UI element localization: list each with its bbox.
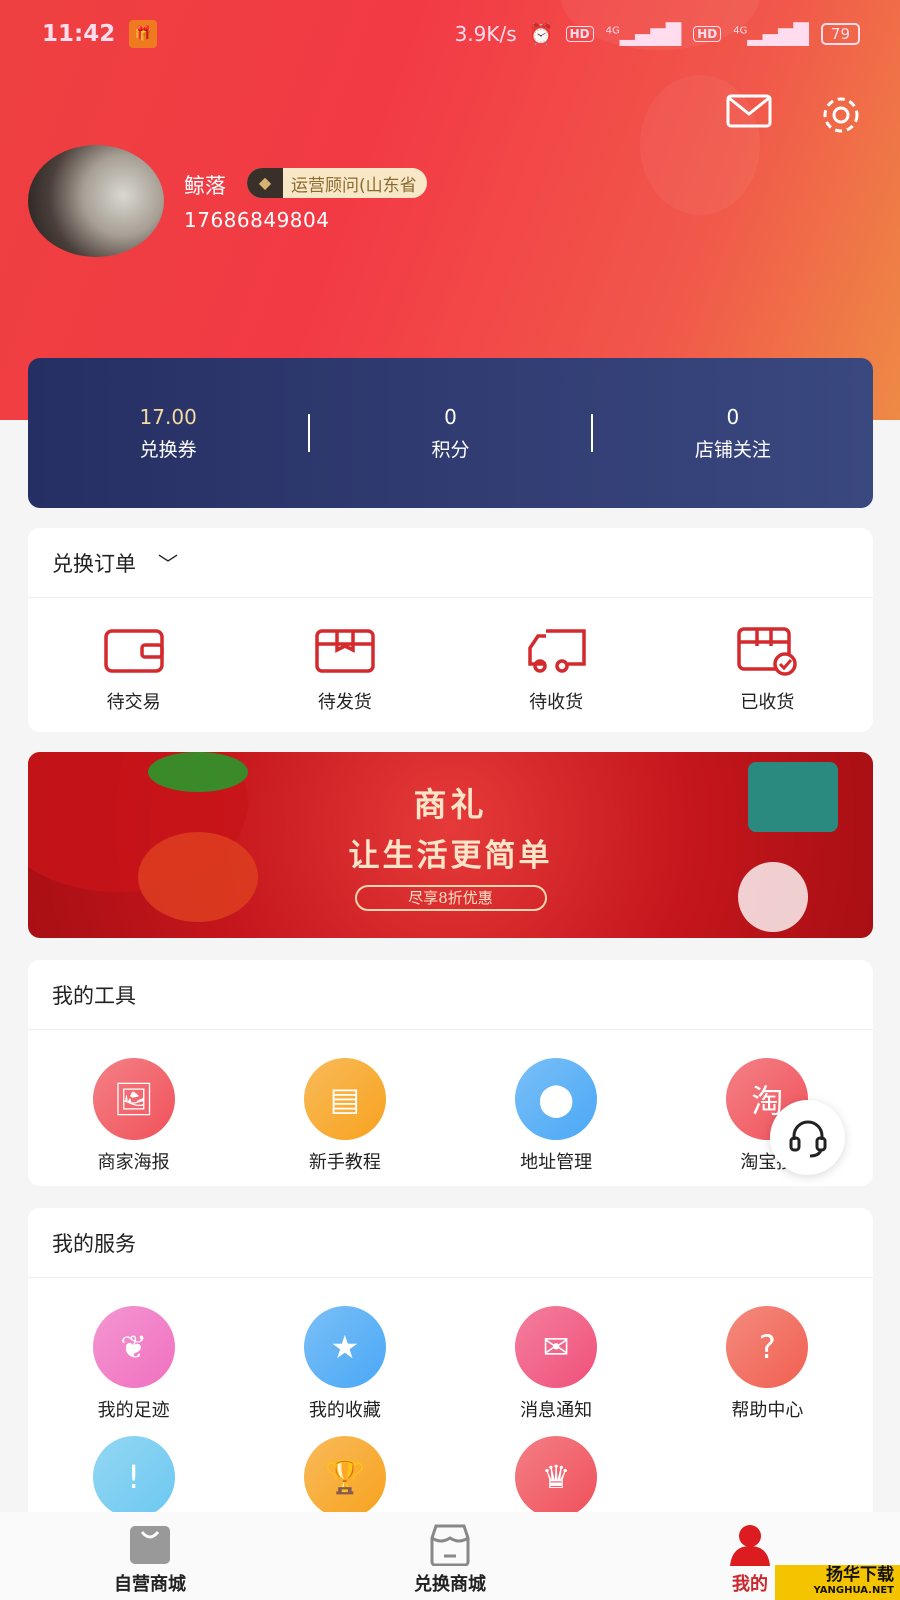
services-item[interactable]: 🏆 (239, 1422, 450, 1526)
role-badge-text: 运营顾问(山东省 (291, 175, 417, 196)
nav-exchange-mall[interactable]: 兑换商城 (300, 1512, 600, 1600)
gift-icon: 🎁 (129, 20, 158, 48)
services-title: 我的服务 (28, 1208, 873, 1278)
role-badge: ◆ 运营顾问(山东省 (247, 168, 427, 198)
tools-item[interactable]: ⬤ 地址管理 (451, 1030, 662, 1174)
chevron-down-icon: ﹀ (158, 552, 178, 576)
avatar[interactable] (28, 145, 164, 257)
watermark-logo: 扬华下载 YANGHUA.NET (775, 1565, 900, 1600)
orders-item[interactable]: 待收货 (451, 598, 662, 714)
battery-icon: 79 (820, 23, 860, 45)
tools-item[interactable]: 🖼 商家海报 (28, 1030, 239, 1174)
stat-followed-shops[interactable]: 0 店铺关注 (593, 405, 873, 462)
network-speed: 3.9K/s (454, 22, 517, 46)
wallet-icon (101, 626, 167, 676)
orders-label: 待收货 (529, 692, 584, 713)
alarm-icon: ⏰ (528, 22, 554, 46)
nav-self-mall[interactable]: 自营商城 (0, 1512, 300, 1600)
headset-icon (789, 1120, 826, 1157)
orders-item[interactable]: 已收货 (662, 598, 873, 714)
signal-icon: 4G▂▄▆█ (605, 22, 682, 46)
crown-icon: ♛ (515, 1436, 598, 1518)
services-label: 消息通知 (520, 1400, 593, 1421)
stat-coupons[interactable]: 17.00 兑换券 (28, 405, 308, 462)
mail-icon: ✉ (515, 1306, 598, 1388)
services-item[interactable]: ? 帮助中心 (662, 1278, 873, 1422)
signal-icon: 4G▂▄▆█ (733, 22, 809, 46)
orders-header[interactable]: 兑换订单 ﹀ (28, 528, 873, 598)
tools-card: 我的工具 🖼 商家海报 ▤ 新手教程 ⬤ 地址管理淘淘宝授 (28, 960, 873, 1186)
received-box-icon (734, 626, 800, 676)
star-icon: ★ (303, 1306, 386, 1388)
hd-icon: HD (693, 26, 722, 42)
clock: 11:42 (42, 21, 116, 47)
gear-icon[interactable] (818, 92, 868, 136)
services-label: 我的足迹 (97, 1400, 170, 1421)
status-bar: 11:42 🎁 3.9K/s ⏰ HD 4G▂▄▆█ HD 4G▂▄▆█ 79 (42, 18, 860, 50)
orders-label: 已收货 (740, 692, 795, 713)
services-item[interactable]: ❦ 我的足迹 (28, 1278, 239, 1422)
tools-label: 地址管理 (520, 1152, 593, 1173)
phone-number: 17686849804 (184, 208, 330, 232)
mail-icon[interactable] (725, 92, 775, 136)
promo-banner[interactable]: 商礼 让生活更简单 尽享8折优惠 (28, 752, 873, 938)
bottom-nav: 自营商城 兑换商城 我的 (0, 1512, 900, 1600)
services-label: 帮助中心 (731, 1400, 804, 1421)
tools-label: 新手教程 (308, 1152, 381, 1173)
diamond-icon: ◆ (247, 168, 283, 198)
help-icon: ? (726, 1306, 809, 1388)
store-icon (430, 1524, 470, 1566)
orders-label: 待发货 (317, 692, 372, 713)
tools-title: 我的工具 (28, 960, 873, 1030)
exclamation-icon: ! (92, 1436, 175, 1518)
trophy-icon: 🏆 (303, 1436, 386, 1518)
user-icon (730, 1525, 770, 1566)
orders-item[interactable]: 待发货 (239, 598, 450, 714)
banner-title: 商礼 (413, 785, 488, 824)
customer-service-button[interactable] (770, 1100, 845, 1175)
services-card: 我的服务 ❦ 我的足迹 ★ 我的收藏 ✉ 消息通知? 帮助中心! 🏆 ♛ (28, 1208, 873, 1528)
orders-item[interactable]: 待交易 (28, 598, 239, 714)
truck-icon (523, 626, 589, 676)
image-icon: 🖼 (92, 1058, 175, 1140)
services-item[interactable]: ♛ (451, 1422, 662, 1526)
user-name: 鲸落 (184, 174, 226, 198)
hd-icon: HD (565, 26, 594, 42)
services-label: 我的收藏 (308, 1400, 381, 1421)
services-item[interactable]: ! (28, 1422, 239, 1526)
banner-subtitle: 让生活更简单 (348, 838, 553, 874)
orders-title: 兑换订单 (52, 551, 136, 576)
shopping-bag-icon (130, 1526, 170, 1564)
location-icon: ⬤ (515, 1058, 598, 1140)
stat-points[interactable]: 0 积分 (310, 405, 590, 462)
box-icon (312, 626, 378, 676)
footprint-icon: ❦ (92, 1306, 175, 1388)
book-icon: ▤ (303, 1058, 386, 1140)
services-item[interactable]: ★ 我的收藏 (239, 1278, 450, 1422)
tools-item[interactable]: ▤ 新手教程 (239, 1030, 450, 1174)
banner-cta-button[interactable]: 尽享8折优惠 (354, 885, 547, 911)
orders-card: 兑换订单 ﹀ 待交易 待发货 待收货 已收货 (28, 528, 873, 732)
orders-label: 待交易 (106, 692, 161, 713)
tools-label: 商家海报 (97, 1152, 170, 1173)
stats-panel: 17.00 兑换券 0 积分 0 店铺关注 (28, 358, 873, 508)
services-item[interactable]: ✉ 消息通知 (451, 1278, 662, 1422)
